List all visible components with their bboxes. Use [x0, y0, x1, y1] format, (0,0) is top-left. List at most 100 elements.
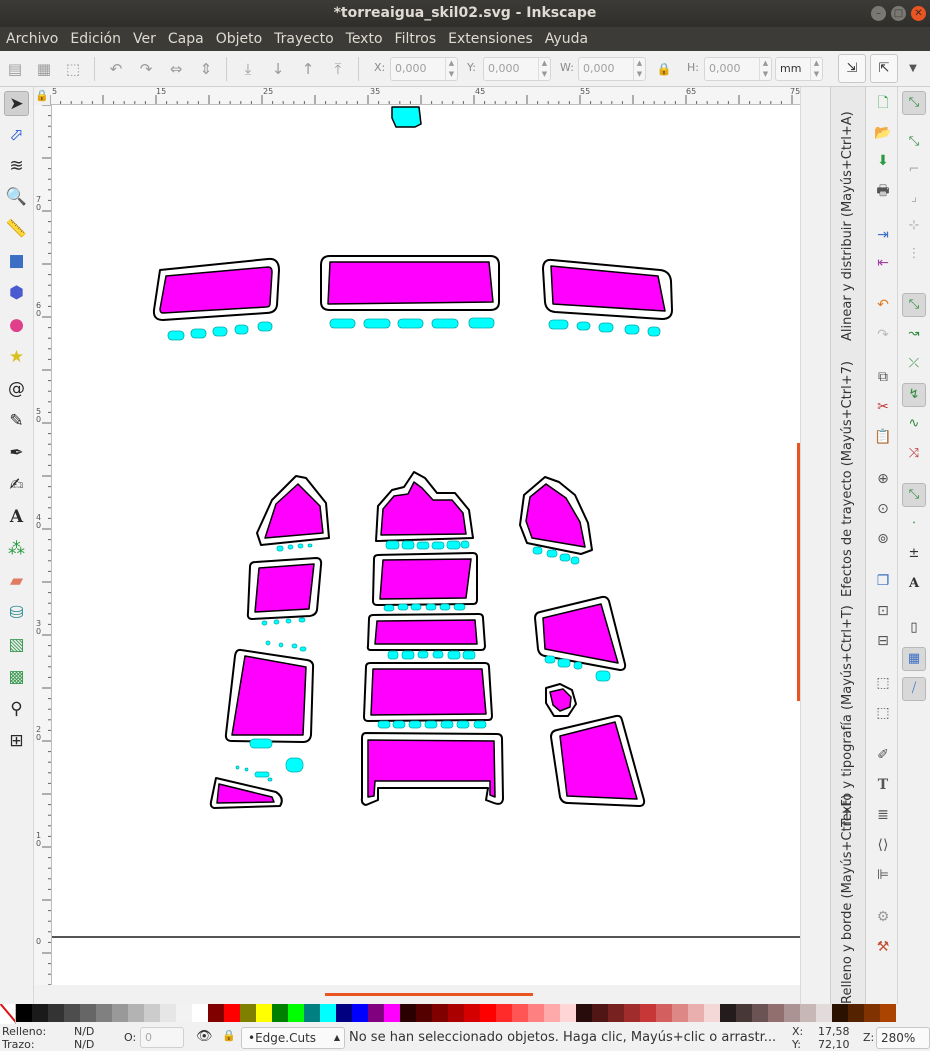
pencil-tool-icon[interactable]: ✎ — [4, 409, 29, 434]
menu-archivo[interactable]: Archivo — [0, 31, 64, 47]
flip-vertical-icon[interactable]: ⇕ — [196, 59, 216, 79]
star-tool-icon[interactable]: ★ — [4, 345, 29, 370]
zoom-drawing-icon[interactable]: ⊙ — [873, 499, 893, 519]
color-swatch[interactable] — [32, 1004, 48, 1022]
color-swatch[interactable] — [864, 1004, 880, 1022]
snap-path-icon[interactable]: ↝ — [902, 323, 926, 347]
snap-others-icon[interactable]: ⤡ — [902, 483, 926, 507]
color-swatch[interactable] — [576, 1004, 592, 1022]
tab-fill-stroke[interactable]: Relleno y borde (Mayús+Ctrl+F) — [840, 794, 855, 1004]
duplicate-icon[interactable]: ❐ — [873, 571, 893, 591]
export-icon[interactable]: ⇤ — [873, 253, 893, 273]
menu-ver[interactable]: Ver — [127, 31, 162, 47]
color-swatch[interactable] — [640, 1004, 656, 1022]
dropper-tool-icon[interactable]: ⚲ — [4, 697, 29, 722]
color-swatch[interactable] — [816, 1004, 832, 1022]
snap-bbox-midpoint-icon[interactable]: ⊹ — [902, 215, 926, 239]
color-swatch[interactable] — [192, 1004, 208, 1022]
ungroup-icon[interactable]: ⬚ — [873, 703, 893, 723]
color-swatch[interactable] — [880, 1004, 896, 1022]
tab-align-distribute[interactable]: Alinear y distribuir (Mayús+Ctrl+A) — [840, 111, 855, 341]
color-swatch[interactable] — [688, 1004, 704, 1022]
align-distribute-icon[interactable]: ⊫ — [873, 865, 893, 885]
rotate-ccw-icon[interactable]: ↶ — [106, 59, 126, 79]
raise-to-top-icon[interactable]: ⤒ — [328, 59, 348, 79]
color-swatch[interactable] — [608, 1004, 624, 1022]
color-swatch[interactable] — [320, 1004, 336, 1022]
color-swatch[interactable] — [64, 1004, 80, 1022]
color-swatch[interactable] — [304, 1004, 320, 1022]
cut-icon[interactable]: ✂ — [873, 397, 893, 417]
import-icon[interactable]: ⇥ — [873, 225, 893, 245]
color-swatch[interactable] — [560, 1004, 576, 1022]
color-swatch[interactable] — [720, 1004, 736, 1022]
color-swatch[interactable] — [176, 1004, 192, 1022]
snap-grid-icon[interactable]: ▦ — [902, 647, 926, 671]
scale-corners-button[interactable]: ⇱ — [870, 54, 898, 83]
xml-editor-icon[interactable]: ⟨⟩ — [873, 835, 893, 855]
select-all-icon[interactable]: ▤ — [5, 59, 25, 79]
color-swatch[interactable] — [336, 1004, 352, 1022]
color-swatch[interactable] — [768, 1004, 784, 1022]
rotate-cw-icon[interactable]: ↷ — [136, 59, 156, 79]
color-swatch[interactable] — [288, 1004, 304, 1022]
color-swatch[interactable] — [128, 1004, 144, 1022]
color-swatch[interactable] — [144, 1004, 160, 1022]
x-input[interactable]: 0,000 ▲ ▼ — [390, 57, 458, 81]
preferences-icon[interactable]: ⚙ — [873, 907, 893, 927]
document-properties-icon[interactable]: ⚒ — [873, 937, 893, 957]
zoom-input[interactable]: 280% — [876, 1027, 930, 1049]
color-swatch[interactable] — [592, 1004, 608, 1022]
calligraphy-tool-icon[interactable]: ✍ — [4, 473, 29, 498]
select-all-layers-icon[interactable]: ▦ — [34, 59, 54, 79]
gradient-tool-icon[interactable]: ▧ — [4, 633, 29, 658]
snap-cusp-nodes-icon[interactable]: ↯ — [902, 383, 926, 407]
snap-nodes-icon[interactable]: ⤡ — [902, 293, 926, 317]
color-swatch[interactable] — [448, 1004, 464, 1022]
menu-edicion[interactable]: Edición — [64, 31, 127, 47]
color-swatch[interactable] — [784, 1004, 800, 1022]
clone-icon[interactable]: ⊡ — [873, 601, 893, 621]
color-swatch[interactable] — [496, 1004, 512, 1022]
color-swatch[interactable] — [544, 1004, 560, 1022]
y-spin-arrows[interactable]: ▲ ▼ — [538, 58, 550, 80]
color-swatch[interactable] — [432, 1004, 448, 1022]
color-swatch[interactable] — [464, 1004, 480, 1022]
color-swatch[interactable] — [672, 1004, 688, 1022]
menu-extensiones[interactable]: Extensiones — [442, 31, 539, 47]
color-swatch[interactable] — [848, 1004, 864, 1022]
close-button[interactable]: ✕ — [911, 6, 926, 21]
color-swatch[interactable] — [656, 1004, 672, 1022]
zoom-selection-icon[interactable]: ⊕ — [873, 469, 893, 489]
flip-horizontal-icon[interactable]: ⇔ — [166, 59, 186, 79]
color-swatch[interactable] — [368, 1004, 384, 1022]
color-swatch[interactable] — [80, 1004, 96, 1022]
color-swatch[interactable] — [480, 1004, 496, 1022]
node-tool-icon[interactable]: ⬀ — [4, 123, 29, 148]
zoom-page-icon[interactable]: ⊚ — [873, 529, 893, 549]
snap-enable-icon[interactable]: ⤡ — [902, 91, 926, 115]
vertical-scroll-thumb[interactable] — [797, 443, 800, 701]
stroke-value[interactable]: N/D — [74, 1038, 94, 1051]
menu-objeto[interactable]: Objeto — [210, 31, 268, 47]
opacity-input[interactable]: 0 — [140, 1027, 184, 1048]
color-swatch[interactable] — [208, 1004, 224, 1022]
w-spin-arrows[interactable]: ▲ ▼ — [633, 58, 645, 80]
snap-smooth-nodes-icon[interactable]: ∿ — [902, 413, 926, 437]
w-input[interactable]: 0,000 ▲ ▼ — [578, 57, 646, 81]
eraser-tool-icon[interactable]: ▰ — [4, 569, 29, 594]
snap-bbox-icon[interactable]: ⤡ — [902, 131, 926, 155]
selector-tool-icon[interactable]: ➤ — [4, 91, 29, 116]
color-swatch[interactable] — [800, 1004, 816, 1022]
layers-icon[interactable]: ≣ — [873, 805, 893, 825]
snap-bbox-edge-icon[interactable]: ⌐ — [902, 159, 926, 183]
snap-guides-icon[interactable]: ⧸ — [902, 677, 926, 701]
maximize-button[interactable]: □ — [891, 6, 906, 21]
x-spin-arrows[interactable]: ▲ ▼ — [445, 58, 457, 80]
vertical-scrollbar[interactable] — [797, 87, 830, 1004]
menu-texto[interactable]: Texto — [340, 31, 389, 47]
drawing-canvas[interactable] — [52, 105, 800, 985]
raise-icon[interactable]: ↑ — [298, 59, 318, 79]
new-document-icon[interactable]: 🗋 — [873, 93, 893, 113]
color-swatch[interactable] — [160, 1004, 176, 1022]
